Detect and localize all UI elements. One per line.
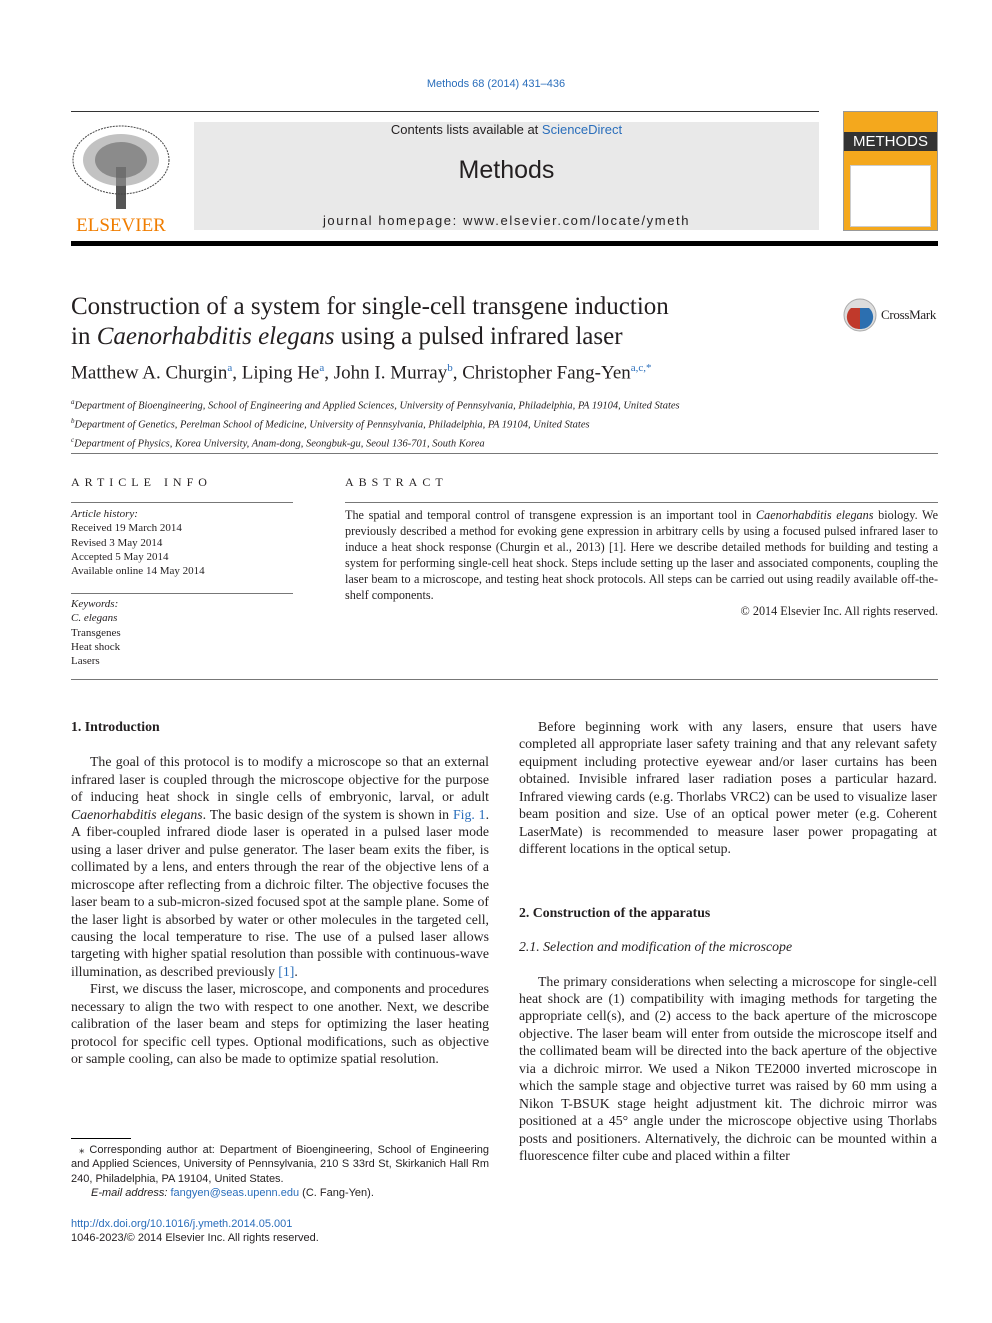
keywords-label: Keywords:: [71, 598, 119, 610]
divider: [345, 502, 938, 503]
paragraph: The primary considerations when selectin…: [519, 973, 937, 1164]
cover-image: [850, 165, 931, 227]
section-heading: 1. Introduction: [71, 719, 160, 734]
crossmark-button[interactable]: CrossMark: [843, 298, 936, 332]
keyword: Heat shock: [71, 640, 121, 653]
title-post: using a pulsed infrared laser: [334, 323, 623, 350]
article-history: Article history: Received 19 March 2014 …: [71, 507, 205, 578]
keyword: C. elegans: [71, 612, 118, 625]
tree-icon: [72, 125, 170, 209]
author-sup[interactable]: a: [319, 362, 324, 374]
doi-link[interactable]: http://dx.doi.org/10.1016/j.ymeth.2014.0…: [71, 1217, 319, 1231]
article-info-heading: ARTICLE INFO: [71, 475, 212, 489]
author-sup[interactable]: a: [227, 362, 232, 374]
contents-prefix: Contents lists available at: [390, 122, 542, 137]
elsevier-logo: ELSEVIER: [71, 122, 171, 236]
keywords: Keywords: C. elegans Transgenes Heat sho…: [71, 597, 121, 668]
divider: [71, 502, 293, 503]
contents-line: Contents lists available at ScienceDirec…: [194, 122, 819, 137]
divider: [71, 679, 938, 680]
paragraph: First, we discuss the laser, microscope,…: [71, 981, 489, 1067]
issn: 1046-2023/© 2014 Elsevier Inc. All right…: [71, 1232, 319, 1245]
title-pre: in: [71, 323, 97, 350]
crossmark-label: CrossMark: [881, 307, 937, 322]
author-list: Matthew A. Churgina, Liping Hea, John I.…: [71, 362, 652, 384]
affiliations: aDepartment of Bioengineering, School of…: [71, 395, 680, 452]
sciencedirect-link[interactable]: ScienceDirect: [542, 122, 622, 137]
right-column: Before beginning work with any lasers, e…: [519, 718, 937, 1165]
journal-name: Methods: [458, 156, 555, 184]
abstract-heading: ABSTRACT: [345, 475, 448, 489]
header-rule: [71, 241, 938, 246]
author[interactable]: John I. Murray: [334, 362, 447, 383]
affiliation: bDepartment of Genetics, Perelman School…: [71, 417, 590, 431]
history-item: Received 19 March 2014: [71, 522, 182, 535]
subsection-heading: 2.1. Selection and modification of the m…: [519, 939, 793, 955]
reference-link[interactable]: [1]: [278, 964, 294, 979]
footnote-rule: [71, 1138, 131, 1139]
abstract-copyright: © 2014 Elsevier Inc. All rights reserved…: [740, 604, 938, 618]
history-item: Revised 3 May 2014: [71, 536, 163, 549]
cover-title: METHODS: [844, 132, 937, 151]
journal-citation[interactable]: Methods 68 (2014) 431–436: [0, 78, 992, 90]
divider: [71, 593, 293, 594]
divider: [71, 111, 819, 112]
article-title: Construction of a system for single-cell…: [71, 292, 771, 352]
author-sup[interactable]: a,c,*: [631, 362, 652, 374]
author[interactable]: Matthew A. Churgin: [71, 362, 227, 383]
doi-block: http://dx.doi.org/10.1016/j.ymeth.2014.0…: [71, 1217, 319, 1246]
figure-link[interactable]: Fig. 1: [453, 807, 486, 822]
footnote: ⁎ Corresponding author at: Department of…: [71, 1144, 489, 1199]
affiliation: cDepartment of Physics, Korea University…: [71, 436, 485, 450]
history-label: Article history:: [71, 508, 138, 520]
section-heading: 2. Construction of the apparatus: [519, 904, 711, 920]
title-species: Caenorhabditis elegans: [96, 323, 335, 350]
author[interactable]: Liping He: [242, 362, 320, 383]
journal-cover: METHODS: [843, 111, 938, 231]
abstract-text: The spatial and temporal control of tran…: [345, 508, 938, 618]
journal-homepage[interactable]: journal homepage: www.elsevier.com/locat…: [194, 213, 819, 228]
author-sup[interactable]: b: [447, 362, 453, 374]
history-item: Available online 14 May 2014: [71, 565, 205, 578]
corresponding-author: ⁎ Corresponding author at: Department of…: [71, 1144, 489, 1185]
left-column: 1. Introduction The goal of this protoco…: [71, 718, 489, 1068]
author[interactable]: Christopher Fang-Yen: [462, 362, 631, 383]
paragraph: The goal of this protocol is to modify a…: [71, 754, 490, 979]
affiliation: aDepartment of Bioengineering, School of…: [71, 398, 680, 412]
elsevier-wordmark: ELSEVIER: [76, 215, 166, 236]
divider: [71, 453, 938, 454]
paragraph: Before beginning work with any lasers, e…: [519, 719, 937, 857]
keyword: Transgenes: [71, 626, 121, 639]
keyword: Lasers: [71, 655, 100, 668]
history-item: Accepted 5 May 2014: [71, 550, 169, 563]
crossmark-icon: [843, 298, 877, 332]
email-link[interactable]: fangyen@seas.upenn.edu: [170, 1187, 299, 1199]
title-line-1: Construction of a system for single-cell…: [71, 293, 669, 320]
